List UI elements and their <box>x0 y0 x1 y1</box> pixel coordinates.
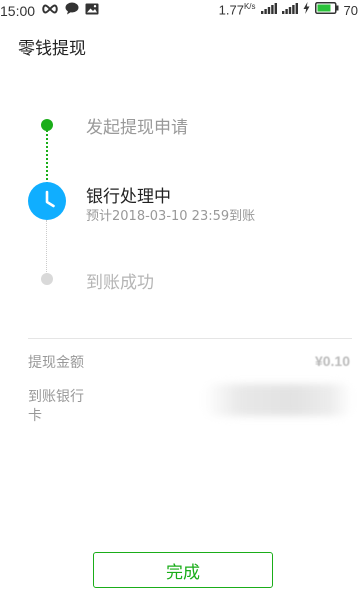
done-button[interactable]: 完成 <box>93 552 273 588</box>
status-bar: 15:00 1.77K/s 70 <box>0 0 364 22</box>
step-label-submitted: 发起提现申请 <box>86 118 188 138</box>
bank-card-label: 到账银行卡 <box>28 389 84 424</box>
status-time: 15:00 <box>0 2 36 19</box>
status-bar-right: 1.77K/s 70 <box>219 2 358 18</box>
chat-bubble-icon <box>65 2 79 19</box>
step-done-dot <box>41 119 53 131</box>
timeline-connector-pending <box>46 220 47 276</box>
charging-icon <box>303 2 310 18</box>
step-label-processing: 银行处理中 <box>86 187 171 207</box>
network-speed-value: 1.77 <box>218 2 244 18</box>
step-pending-dot <box>41 273 53 285</box>
bank-card-value-redacted <box>204 384 352 416</box>
section-divider <box>28 338 352 339</box>
timeline-connector-done <box>46 126 48 184</box>
battery-icon <box>314 2 339 18</box>
battery-level: 70 <box>343 2 358 18</box>
image-message-icon <box>85 3 99 19</box>
amount-label: 提现金额 <box>28 355 84 371</box>
step-label-arrived: 到账成功 <box>86 273 154 293</box>
infinity-icon <box>41 3 59 18</box>
page-title: 零钱提现 <box>18 39 86 59</box>
clock-icon <box>28 182 66 220</box>
network-speed-unit: K/s <box>243 2 256 12</box>
network-speed: 1.77K/s <box>219 2 256 17</box>
signal-bars-icon <box>260 2 277 18</box>
signal-bars-icon <box>281 2 298 18</box>
step-estimated-time: 预计2018-03-10 23:59到账 <box>86 209 256 224</box>
status-bar-left: 15:00 <box>0 2 99 19</box>
amount-value: ¥0.10 <box>314 353 350 369</box>
